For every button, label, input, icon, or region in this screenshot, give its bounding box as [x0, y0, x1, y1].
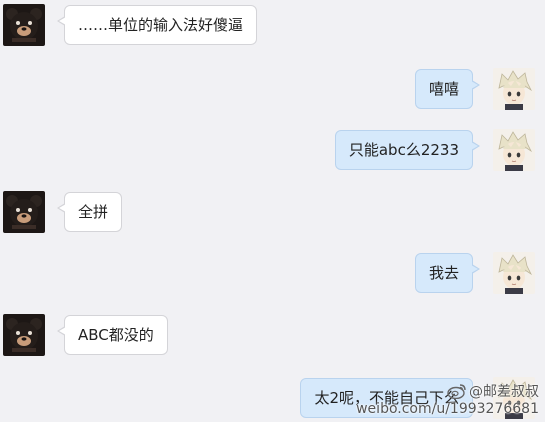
message-bubble[interactable]: ……单位的输入法好傻逼 — [56, 5, 258, 45]
message-row-outgoing: 嘻嘻 — [0, 66, 545, 112]
message-bubble[interactable]: ABC都没的 — [57, 315, 168, 355]
message-bubble[interactable]: 我去 — [414, 253, 481, 293]
anime-avatar-icon[interactable] — [493, 252, 535, 294]
bear-avatar-icon[interactable] — [3, 314, 45, 356]
bear-avatar-icon[interactable] — [3, 191, 45, 233]
weibo-logo-icon — [447, 383, 467, 400]
message-row-incoming: ……单位的输入法好傻逼 — [0, 2, 545, 48]
watermark-url: weibo.com/u/1993276681 — [356, 401, 539, 417]
watermark-handle: @邮差叔叔 — [469, 384, 539, 400]
weibo-watermark: @邮差叔叔 weibo.com/u/1993276681 — [356, 383, 539, 418]
message-row-outgoing: 我去 — [0, 250, 545, 296]
anime-avatar-icon[interactable] — [493, 68, 535, 110]
message-row-incoming: 全拼 — [0, 189, 545, 235]
message-row-outgoing: 只能abc么2233 — [0, 127, 545, 173]
message-row-incoming: ABC都没的 — [0, 312, 545, 358]
anime-avatar-icon[interactable] — [493, 129, 535, 171]
bear-avatar-icon[interactable] — [3, 4, 45, 46]
message-bubble[interactable]: 只能abc么2233 — [334, 130, 481, 170]
message-bubble[interactable]: 嘻嘻 — [414, 69, 481, 109]
message-bubble[interactable]: 全拼 — [56, 192, 123, 232]
watermark-handle-line: @邮差叔叔 — [356, 383, 539, 401]
